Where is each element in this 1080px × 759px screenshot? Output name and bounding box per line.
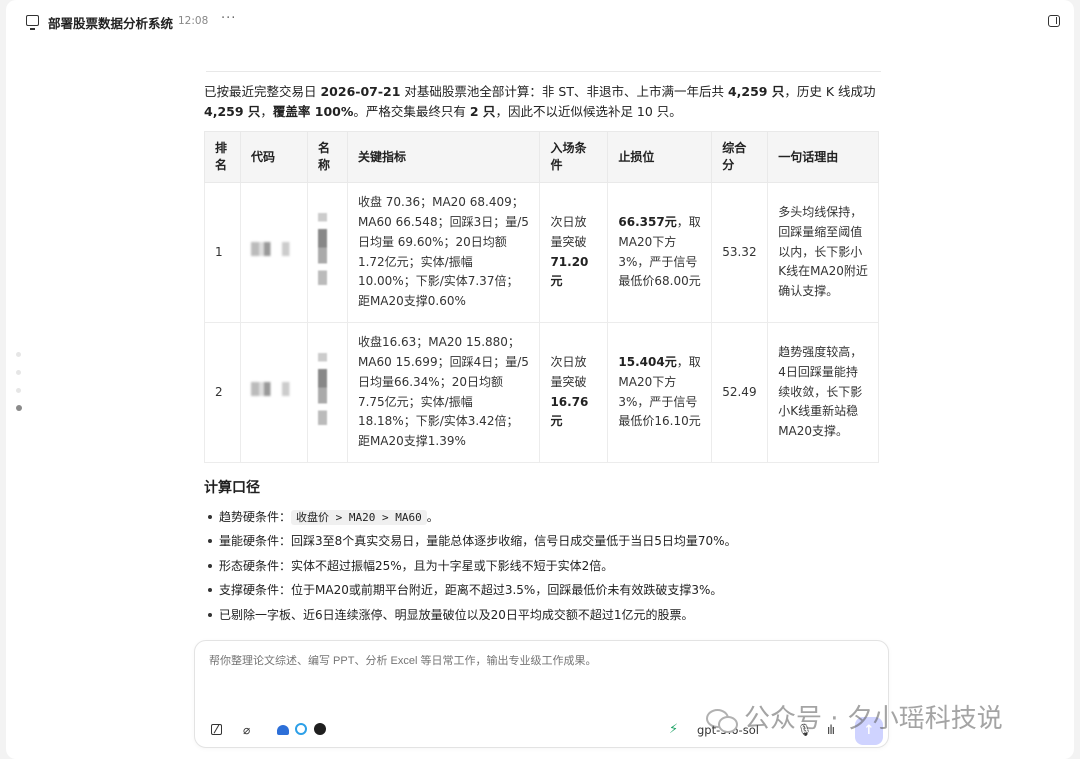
final-count: 2 只	[469, 104, 496, 119]
paperclip-icon[interactable]: ⌀	[243, 723, 250, 737]
cell-score: 53.32	[711, 182, 769, 323]
col-header-score: 综合分	[711, 131, 769, 183]
col-header-reason: 一句话理由	[767, 131, 879, 183]
watermark-text: 公众号 · 夕小瑶科技说	[744, 704, 1003, 734]
prompt-input[interactable]	[209, 655, 869, 667]
cell-stop: 66.357元，取MA20下方3%，严于信号最低价68.00元	[607, 182, 713, 323]
cell-reason: 趋势强度较高，4日回踩量能持续收敛，长下影小K线重新站稳MA20支撑。	[767, 322, 879, 463]
cell-code-redacted	[239, 182, 308, 323]
redacted-code	[250, 242, 295, 257]
cell-score: 52.49	[711, 322, 769, 463]
list-item: 已剔除一字板、近6日连续涨停、明显放量破位以及20日平均成交额不超过1亿元的股票…	[204, 603, 884, 627]
redacted-name	[317, 213, 327, 286]
rule-label: 趋势硬条件：	[219, 510, 292, 524]
intro-text: 对基础股票池全部计算：非 ST、非退市、上市满一年后共	[400, 84, 728, 99]
scroll-nav-dot[interactable]	[16, 388, 21, 393]
scroll-nav-dot[interactable]	[16, 370, 21, 375]
cell-rank: 2	[204, 322, 241, 463]
trade-date: 2026-07-21	[320, 84, 401, 99]
intro-text: ，	[260, 104, 273, 119]
pen-square-icon[interactable]	[211, 724, 222, 735]
entry-price: 16.76元	[550, 394, 589, 429]
pool-count: 4,259 只	[727, 84, 785, 99]
cell-code-redacted	[239, 322, 308, 463]
title-bar: 部署股票数据分析系统 12:08 ···	[6, 0, 1074, 44]
col-header-metrics: 关键指标	[346, 131, 541, 183]
divider	[206, 71, 881, 72]
calc-section-title: 计算口径	[204, 480, 260, 496]
redacted-name	[317, 353, 327, 426]
col-header-code: 代码	[239, 131, 308, 183]
conversation-title[interactable]: 部署股票数据分析系统	[48, 13, 173, 32]
list-item: 支撑硬条件：位于MA20或前期平台附近，距离不超过3.5%，回踩最低价未有效跌破…	[204, 578, 884, 602]
intro-text: 已按最近完整交易日	[204, 84, 321, 99]
stop-price: 15.404元	[618, 354, 677, 369]
watermark: 公众号 · 夕小瑶科技说	[706, 698, 1003, 735]
intro-text: ，因此不以近似候选补足 10 只。	[495, 104, 682, 119]
entry-price: 71.20元	[550, 254, 589, 289]
wechat-icon	[706, 708, 738, 733]
list-item: 量能硬条件：回踩3至8个真实交易日，量能总体逐步收缩，信号日成交量低于当日5日均…	[204, 529, 884, 553]
conversation-time: 12:08	[178, 15, 209, 27]
sync-icon[interactable]	[295, 723, 307, 735]
entry-text: 次日放量突破	[550, 214, 587, 249]
bolt-icon[interactable]: ⚡	[669, 723, 678, 737]
cell-reason: 多头均线保持，回踩量缩至阈值以内，长下影小K线在MA20附近确认支撑。	[767, 182, 879, 323]
inline-code: 收盘价 > MA20 > MA60	[291, 510, 427, 525]
sidebar-toggle-icon[interactable]	[1048, 15, 1060, 27]
app-window: 部署股票数据分析系统 12:08 ··· 已按最近完整交易日 2026-07-2…	[6, 0, 1074, 759]
intro-paragraph: 已按最近完整交易日 2026-07-21 对基础股票池全部计算：非 ST、非退市…	[204, 82, 884, 122]
monitor-icon	[26, 15, 39, 30]
intro-text: ，历史 K 线成功	[784, 84, 876, 99]
more-horizontal-icon[interactable]: ···	[221, 11, 236, 26]
intro-text: 。严格交集最终只有	[353, 104, 470, 119]
redacted-code	[250, 382, 295, 397]
col-header-name: 名称	[306, 131, 348, 183]
col-header-rank: 排名	[204, 131, 241, 183]
scroll-nav-dot-active[interactable]	[16, 405, 22, 411]
cell-entry: 次日放量突破 16.76元	[539, 322, 609, 463]
cell-stop: 15.404元，取MA20下方3%，严于信号最低价16.10元	[607, 322, 713, 463]
app-connector-icon[interactable]	[277, 725, 289, 735]
table-row: 2 收盘16.63；MA20 15.880；MA60 15.699；回踩4日；量…	[204, 322, 879, 463]
cell-entry: 次日放量突破 71.20元	[539, 182, 609, 323]
list-item: 趋势硬条件： 收盘价 > MA20 > MA60。	[204, 505, 884, 529]
cell-rank: 1	[204, 182, 241, 323]
calc-rules-list: 趋势硬条件： 收盘价 > MA20 > MA60。 量能硬条件：回踩3至8个真实交…	[204, 505, 884, 627]
col-header-stop: 止损位	[607, 131, 713, 183]
scroll-nav-dot[interactable]	[16, 352, 21, 357]
table-row: 1 收盘 70.36；MA20 68.409；MA60 66.548；回踩3日；…	[204, 182, 879, 323]
cell-name-redacted	[306, 182, 348, 323]
coverage-rate: 覆盖率 100%	[272, 104, 354, 119]
kline-count: 4,259 只	[204, 104, 261, 119]
cell-name-redacted	[306, 322, 348, 463]
table-header-row: 排名 代码 名称 关键指标 入场条件 止损位 综合分 一句话理由	[204, 131, 879, 183]
github-icon[interactable]	[314, 723, 326, 735]
stop-price: 66.357元	[618, 214, 677, 229]
entry-text: 次日放量突破	[550, 354, 587, 389]
col-header-entry: 入场条件	[539, 131, 609, 183]
assistant-message: 已按最近完整交易日 2026-07-21 对基础股票池全部计算：非 ST、非退市…	[204, 82, 884, 627]
list-item: 形态硬条件：实体不超过振幅25%，且为十字星或下影线不短于实体2倍。	[204, 554, 884, 578]
results-table: 排名 代码 名称 关键指标 入场条件 止损位 综合分 一句话理由 1 收盘 70…	[204, 131, 879, 463]
rule-end: 。	[426, 510, 439, 524]
cell-metrics: 收盘16.63；MA20 15.880；MA60 15.699；回踩4日；量/5…	[346, 322, 541, 463]
cell-metrics: 收盘 70.36；MA20 68.409；MA60 66.548；回踩3日；量/…	[346, 182, 541, 323]
